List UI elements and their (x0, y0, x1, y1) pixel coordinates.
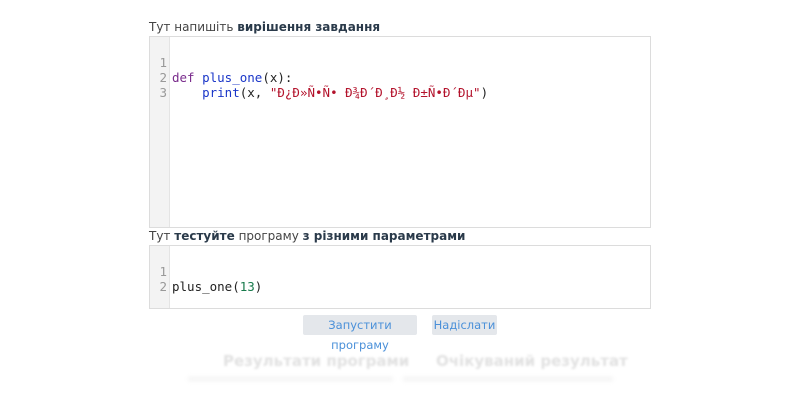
code-text: (x, (239, 85, 270, 100)
program-results-divider (188, 377, 393, 381)
line-number: 3 (159, 85, 167, 100)
code-text: ) (480, 85, 489, 100)
test-label-bold-2: з різними параметрами (302, 229, 466, 243)
run-program-button[interactable]: Запустити програму (303, 315, 417, 352)
code-text: (x): (262, 70, 293, 85)
number-literal: 13 (239, 279, 255, 294)
test-label-mid: програму (234, 229, 303, 243)
builtin-print: print (202, 85, 240, 100)
code-line: 2 (150, 264, 180, 294)
test-label-bold-1: тестуйте (174, 229, 235, 243)
string-literal: "Ð¿Ð»Ñ•Ñ• Ð¾Ð´Ð¸Ð½ Ð±Ñ•Ð´Ðµ" (269, 85, 481, 100)
solution-label-bold: вирішення завдання (237, 20, 381, 34)
solution-label: Тут напишіть вирішення завдання (149, 20, 380, 34)
function-name: plus_one (202, 70, 263, 85)
code-line: 2 print(x, "Ð¿Ð»Ñ•Ñ• Ð¾Ð´Ð¸Ð½ Ð±Ñ•Ð´Ðµ") (150, 55, 488, 100)
code-line: 1 def plus_one(x): (150, 40, 292, 85)
solution-code-editor[interactable]: 1 def plus_one(x): 2 print(x, "Ð¿Ð»Ñ•Ñ• … (149, 36, 651, 228)
line-number: 2 (159, 279, 167, 294)
program-results-heading: Результати програми (223, 352, 410, 370)
solution-label-prefix: Тут напишіть (149, 20, 238, 34)
expected-result-divider (403, 377, 613, 381)
test-label-prefix: Тут (149, 229, 175, 243)
test-label: Тут тестуйте програму з різними параметр… (149, 229, 465, 243)
code-line: 3 (150, 70, 180, 100)
code-text: ) (254, 279, 263, 294)
code-line: 1 plus_one(13) (150, 249, 262, 294)
submit-button[interactable]: Надіслати (432, 315, 497, 335)
code-text: plus_one( (172, 279, 240, 294)
test-code-editor[interactable]: 1 plus_one(13) 2 (149, 245, 651, 309)
expected-result-heading: Очікуваний результат (436, 352, 628, 370)
